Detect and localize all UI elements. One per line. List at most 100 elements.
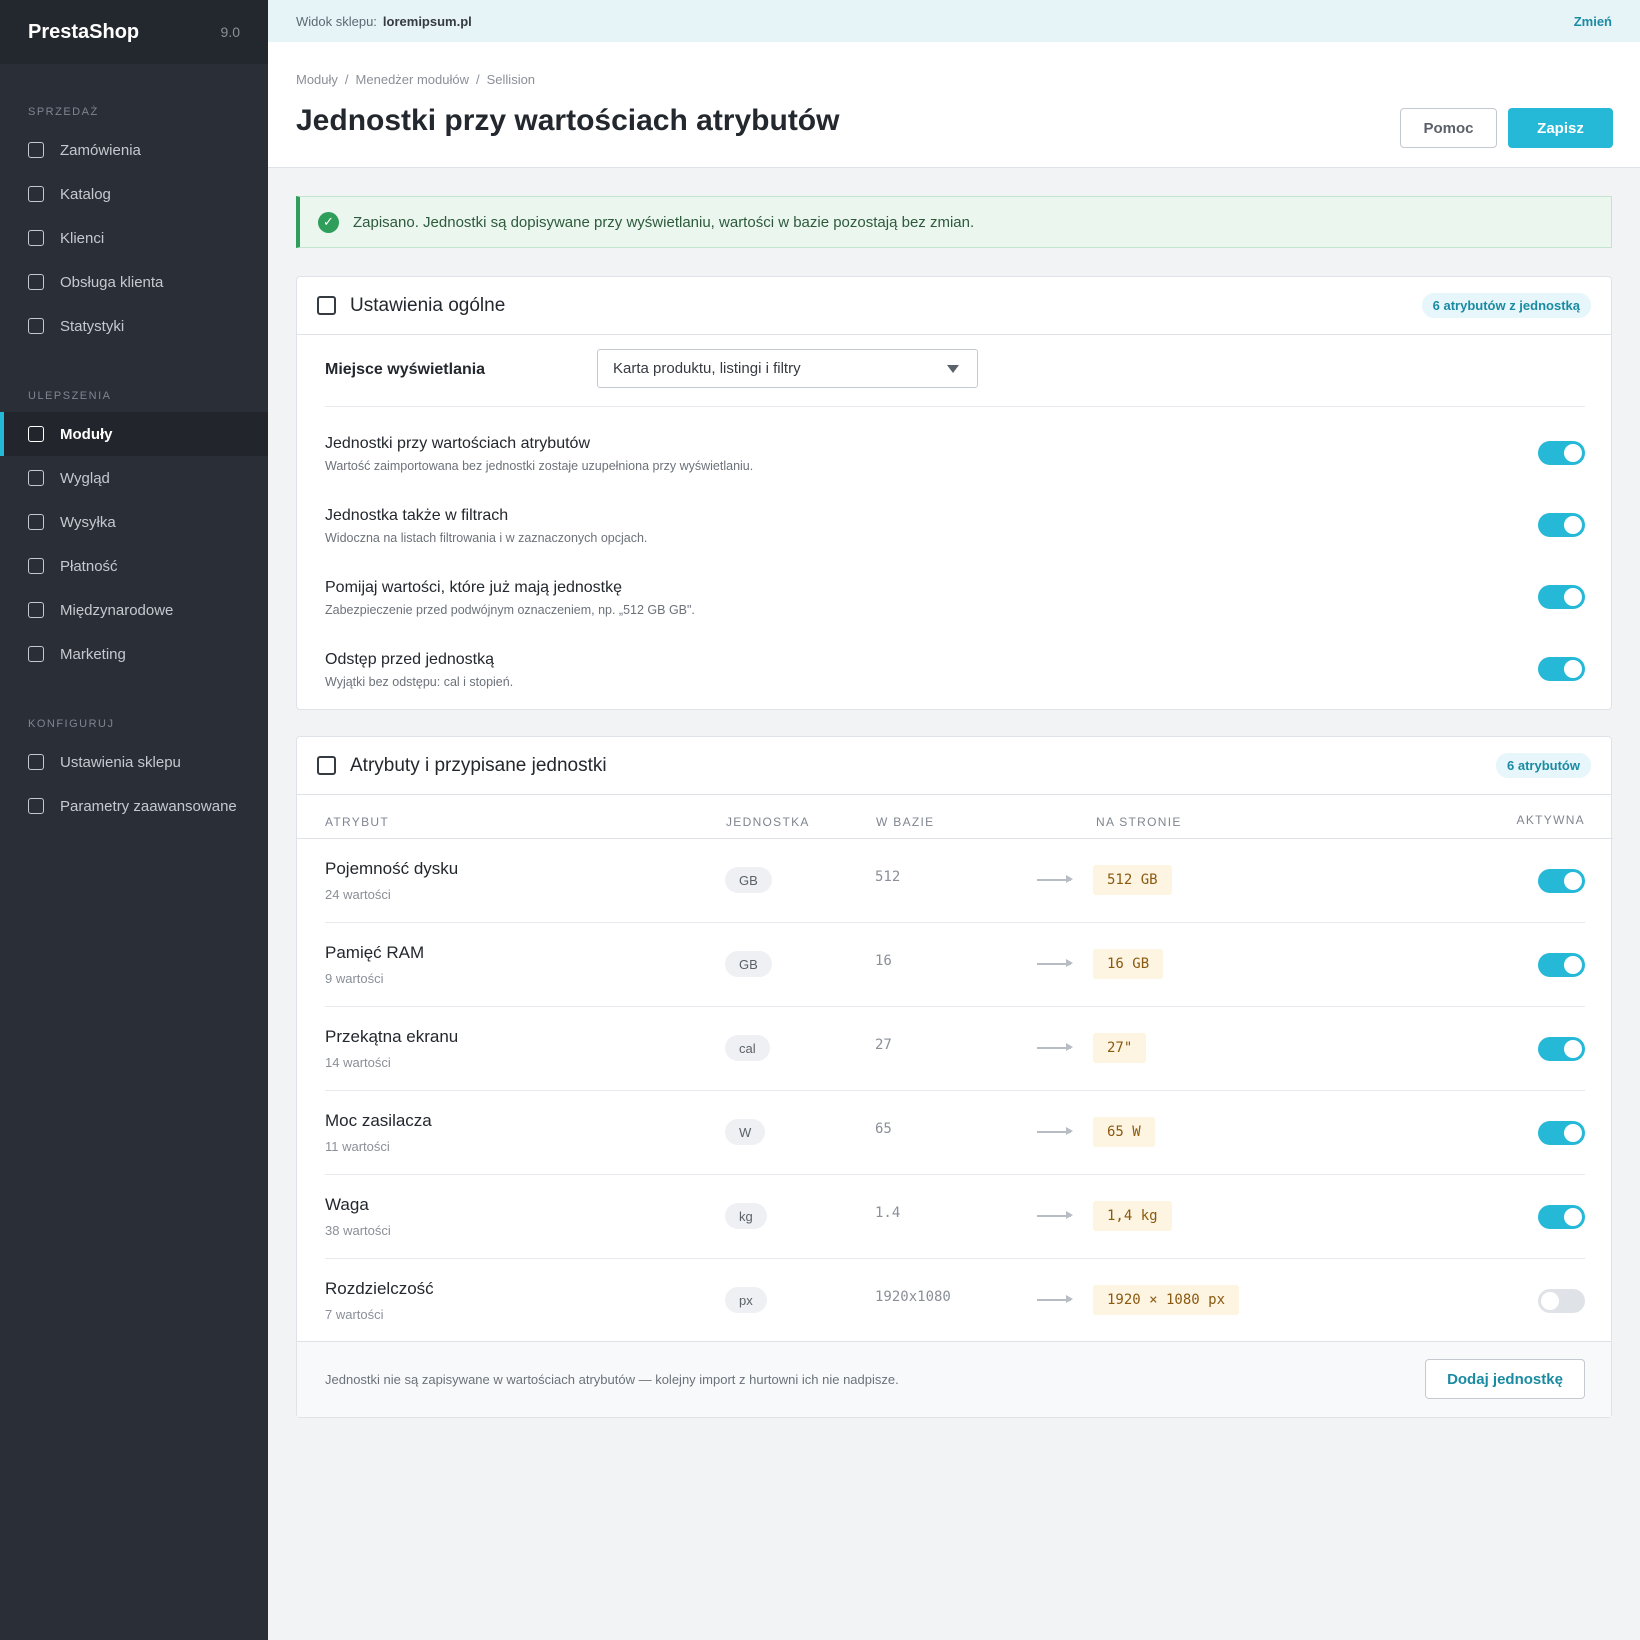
shop-view-label: Widok sklepu: [296, 13, 377, 29]
alert-text: Zapisano. Jednostki są dopisywane przy w… [353, 213, 975, 231]
change-shop-link[interactable]: Zmień [1574, 14, 1612, 29]
column-header-base: W BAZIE [876, 815, 935, 829]
footer-note: Jednostki nie są zapisywane w wartościac… [325, 1372, 899, 1387]
table-row: Pojemność dysku 24 wartości GB 512 512 G… [325, 839, 1585, 923]
toggle-switch[interactable] [1538, 513, 1585, 537]
unit-chip[interactable]: kg [725, 1203, 767, 1229]
arrow-right-icon [1037, 1296, 1073, 1302]
column-header-unit: JEDNOSTKA [726, 815, 810, 829]
breadcrumb-item[interactable]: Sellision [487, 72, 535, 87]
nav-section-title: ULEPSZENIA [28, 390, 112, 402]
option-title: Jednostka także w filtrach [325, 507, 509, 524]
toggle-switch[interactable] [1538, 1205, 1585, 1229]
payment-icon [28, 558, 44, 574]
sidebar-item-label: Zamówienia [60, 141, 141, 159]
shop-settings-icon [28, 754, 44, 770]
display-location-select[interactable]: Karta produktu, listingi i filtry [597, 349, 978, 388]
toggle-switch[interactable] [1538, 1037, 1585, 1061]
output-value: 1,4 kg [1093, 1201, 1172, 1231]
sidebar-item-marketing[interactable]: Marketing [0, 632, 268, 676]
breadcrumb: Moduły / Menedżer modułów / Sellision [296, 72, 535, 87]
option-units-on-values: Jednostki przy wartościach atrybutów War… [325, 435, 1585, 495]
select-value: Karta produktu, listingi i filtry [613, 360, 801, 377]
value-count: 38 wartości [325, 1223, 391, 1238]
output-value: 16 GB [1093, 949, 1164, 979]
page-header: Moduły / Menedżer modułów / Sellision Jednos… [268, 42, 1640, 168]
base-value: 1.4 [875, 1205, 901, 1221]
marketing-icon [28, 646, 44, 662]
column-header-attribute: ATRYBUT [325, 815, 389, 829]
unit-chip[interactable]: px [725, 1287, 767, 1313]
sidebar-item-catalog[interactable]: Katalog [0, 172, 268, 216]
toggle-switch[interactable] [1538, 657, 1585, 681]
page-title: Jednostki przy wartościach atrybutów [296, 104, 840, 137]
sidebar-item-modules[interactable]: Moduły [0, 412, 268, 456]
option-title: Odstęp przed jednostką [325, 651, 494, 668]
design-icon [28, 470, 44, 486]
unit-chip[interactable]: GB [725, 867, 772, 893]
option-title: Jednostki przy wartościach atrybutów [325, 435, 590, 452]
catalog-icon [28, 186, 44, 202]
general-settings-card: Ustawienia ogólne 6 atrybutów z jednostk… [296, 276, 1612, 710]
sidebar-item-payment[interactable]: Płatność [0, 544, 268, 588]
output-value: 512 GB [1093, 865, 1172, 895]
attribute-count-badge: 6 atrybutów [1496, 753, 1591, 778]
sidebar-item-shop-settings[interactable]: Ustawienia sklepu [0, 740, 268, 784]
unit-chip[interactable]: W [725, 1119, 766, 1145]
toggle-switch[interactable] [1538, 585, 1585, 609]
option-description: Widoczna na listach filtrowania i w zazn… [325, 531, 648, 545]
option-description: Wyjątki bez odstępu: cal i stopień. [325, 675, 514, 689]
help-button[interactable]: Pomoc [1400, 108, 1497, 148]
shop-view-bar: Widok sklepu: loremipsum.pl Zmień [268, 0, 1640, 42]
orders-icon [28, 142, 44, 158]
check-circle-icon: ✓ [318, 211, 339, 233]
sidebar-item-shipping[interactable]: Wysyłka [0, 500, 268, 544]
sidebar-item-orders[interactable]: Zamówienia [0, 128, 268, 172]
card-footer: Jednostki nie są zapisywane w wartościac… [297, 1341, 1611, 1417]
sidebar-item-label: Ustawienia sklepu [60, 753, 181, 771]
attribute-name: Moc zasilacza [325, 1111, 432, 1130]
toggle-switch[interactable] [1538, 1121, 1585, 1145]
value-count: 14 wartości [325, 1055, 391, 1070]
sidebar-item-label: Międzynarodowe [60, 601, 174, 619]
breadcrumb-separator: / [476, 72, 480, 87]
breadcrumb-item[interactable]: Menedżer modułów [356, 72, 469, 87]
add-unit-button[interactable]: Dodaj jednostkę [1425, 1359, 1585, 1399]
sidebar-item-label: Obsługa klienta [60, 273, 164, 291]
card-header: Ustawienia ogólne 6 atrybutów z jednostk… [297, 277, 1611, 335]
sidebar-item-design[interactable]: Wygląd [0, 456, 268, 500]
sidebar-item-customers[interactable]: Klienci [0, 216, 268, 260]
option-units-in-filters: Jednostka także w filtrach Widoczna na l… [325, 507, 1585, 567]
save-button[interactable]: Zapisz [1508, 108, 1613, 148]
value-count: 11 wartości [325, 1139, 390, 1154]
card-header: Atrybuty i przypisane jednostki 6 atrybu… [297, 737, 1611, 795]
sidebar-item-label: Klienci [60, 229, 105, 247]
base-value: 27 [875, 1037, 892, 1053]
arrow-right-icon [1037, 876, 1073, 882]
sidebar-item-customer-service[interactable]: Obsługa klienta [0, 260, 268, 304]
settings-icon [317, 296, 336, 315]
version-label: 9.0 [220, 24, 240, 40]
shop-url-link[interactable]: loremipsum.pl [383, 14, 472, 29]
toggle-switch[interactable] [1538, 441, 1585, 465]
sidebar-item-advanced[interactable]: Parametry zaawansowane [0, 784, 268, 828]
arrow-right-icon [1037, 1212, 1073, 1218]
brand-logo[interactable]: PrestaShop [28, 21, 139, 44]
sidebar-item-label: Katalog [60, 185, 111, 203]
attributes-card: Atrybuty i przypisane jednostki 6 atrybu… [296, 736, 1613, 1418]
stats-icon [28, 318, 44, 334]
unit-chip[interactable]: GB [725, 951, 772, 977]
toggle-switch[interactable] [1538, 1289, 1585, 1313]
sidebar-item-international[interactable]: Międzynarodowe [0, 588, 268, 632]
attributes-icon [317, 756, 336, 775]
toggle-switch[interactable] [1538, 869, 1585, 893]
base-value: 16 [875, 953, 892, 969]
unit-chip[interactable]: cal [725, 1035, 770, 1061]
option-skip-existing-units: Pomijaj wartości, które już mają jednost… [325, 579, 1585, 639]
sidebar-item-stats[interactable]: Statystyki [0, 304, 268, 348]
table-row: Przekątna ekranu 14 wartości cal 27 27" [325, 1007, 1585, 1091]
breadcrumb-item[interactable]: Moduły [296, 72, 338, 87]
arrow-right-icon [1037, 1128, 1073, 1134]
toggle-switch[interactable] [1538, 953, 1585, 977]
advanced-settings-icon [28, 798, 44, 814]
